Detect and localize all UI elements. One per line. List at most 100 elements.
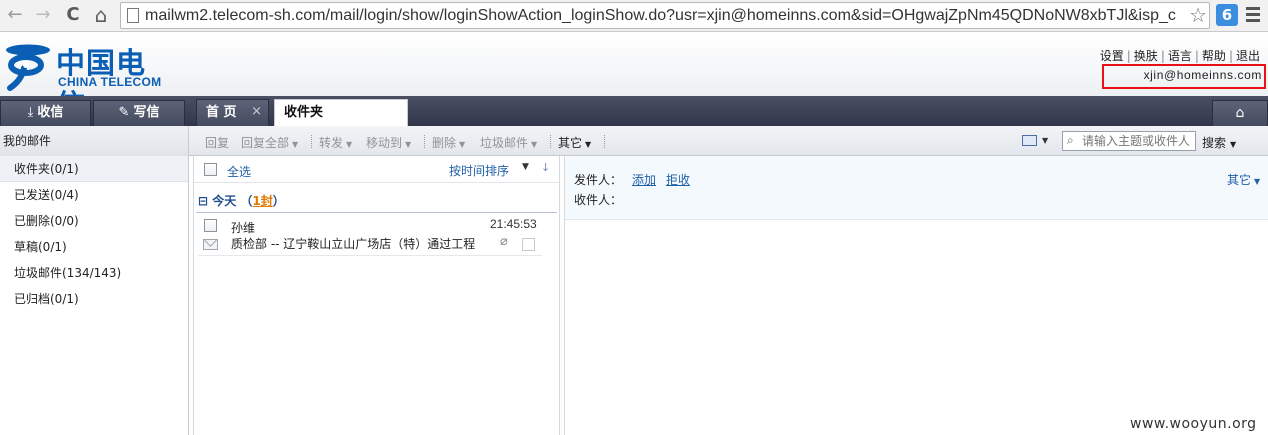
house-icon: ⌂ (1235, 105, 1245, 121)
mail-toolbar: 我的邮件 回复 回复全部 ▼ 转发 ▼ 移动到 ▼ 删除 ▼ 垃圾邮件 ▼ 其它 ▼ ▼ ⌕… (0, 126, 1268, 156)
tab-inbox-label: 收件夹 (284, 105, 324, 120)
paperclip-icon: ⌀ (500, 234, 508, 249)
reply-all-button[interactable]: 回复全部 ▼ (241, 134, 298, 151)
folder-deleted[interactable]: 已删除(0/0) (0, 208, 188, 234)
reload-icon[interactable]: C (62, 4, 84, 26)
move-to-button[interactable]: 移动到 ▼ (366, 134, 411, 151)
add-sender-link[interactable]: 添加 (632, 171, 656, 188)
chevron-down-icon: ▼ (1230, 140, 1237, 149)
separator (311, 135, 312, 148)
separator (550, 135, 551, 148)
compose-mail-button[interactable]: ✎ 写信 (93, 100, 185, 126)
help-link[interactable]: 帮助 (1202, 49, 1226, 63)
reading-header: 发件人： 添加 拒收 收件人： 其它 ▼ (565, 156, 1268, 220)
flag-checkbox[interactable] (522, 238, 535, 251)
sort-by-time-link[interactable]: 按时间排序 (449, 162, 509, 179)
tab-home-label: 首 页 (206, 105, 237, 120)
chevron-down-icon: ▼ (346, 140, 353, 149)
receive-mail-button[interactable]: ⤓ 收信 (0, 100, 91, 126)
reading-other-label: 其它 (1227, 173, 1252, 187)
select-all-link[interactable]: 全选 (227, 163, 251, 180)
junk-button[interactable]: 垃圾邮件 ▼ (480, 134, 537, 151)
page-icon (127, 8, 139, 23)
chevron-down-icon: ▼ (292, 140, 299, 149)
folder-sent[interactable]: 已发送(0/4) (0, 182, 188, 208)
watermark: www.wooyun.org (1130, 416, 1257, 432)
envelope-icon (203, 239, 218, 250)
logout-link[interactable]: 退出 (1236, 49, 1260, 63)
mail-time: 21:45:53 (490, 217, 537, 231)
folder-sidebar: 收件夹(0/1) 已发送(0/4) 已删除(0/0) 草稿(0/1) 垃圾邮件(… (0, 156, 189, 435)
reply-all-label: 回复全部 (241, 136, 290, 150)
telecom-emblem-icon (6, 44, 50, 91)
group-count[interactable]: 1封 (252, 194, 272, 208)
bookmark-star-icon[interactable]: ☆ (1189, 4, 1207, 26)
chevron-down-icon: ▼ (405, 140, 412, 149)
settings-link[interactable]: 设置 (1100, 49, 1124, 63)
forward-button[interactable]: 转发 ▼ (319, 134, 352, 151)
reading-pane: 发件人： 添加 拒收 收件人： 其它 ▼ (564, 156, 1268, 435)
folder-archived[interactable]: 已归档(0/1) (0, 286, 188, 312)
back-arrow-icon[interactable]: ← (4, 4, 26, 26)
user-email: xjin@homeinns.com (1143, 68, 1262, 82)
address-bar[interactable]: mailwm2.telecom-sh.com/mail/login/show/l… (120, 2, 1210, 29)
forward-label: 转发 (319, 136, 344, 150)
mail-checkbox[interactable] (204, 219, 217, 232)
reject-sender-link[interactable]: 拒收 (666, 171, 690, 188)
chevron-down-icon: ▼ (459, 140, 466, 149)
chevron-down-icon: ▼ (1254, 177, 1261, 186)
sort-descending-icon[interactable]: ↓ (541, 161, 550, 174)
chevron-down-icon: ▼ (585, 140, 592, 149)
group-today-header[interactable]: ⊟ 今天 （1封） (198, 192, 285, 209)
other-label: 其它 (558, 136, 583, 150)
home-button[interactable]: ⌂ (1212, 100, 1268, 126)
delete-button[interactable]: 删除 ▼ (432, 134, 465, 151)
mail-subject[interactable]: 质检部 -- 辽宁鞍山立山广场店（特）通过工程 (231, 235, 475, 252)
browser-menu-icon[interactable] (1246, 7, 1260, 25)
select-all-checkbox[interactable] (204, 163, 217, 176)
folder-junk[interactable]: 垃圾邮件(134/143) (0, 260, 188, 286)
separator (604, 135, 605, 148)
from-label: 发件人： (574, 173, 623, 187)
language-link[interactable]: 语言 (1168, 49, 1192, 63)
browser-toolbar: ← → C ⌂ mailwm2.telecom-sh.com/mail/logi… (0, 0, 1268, 32)
group-label: ⊟ 今天 （ (198, 194, 253, 208)
china-telecom-logo[interactable]: 中国电信 CHINA TELECOM (2, 40, 172, 122)
layout-view-button[interactable]: ▼ (1022, 133, 1050, 149)
list-header: 全选 按时间排序 ▼ ↓ (194, 156, 559, 183)
separator: | (1160, 49, 1165, 63)
compose-icon: ✎ (118, 105, 130, 120)
top-links: 设置 | 换肤 | 语言 | 帮助 | 退出 (1100, 47, 1260, 64)
chevron-down-icon[interactable]: ▼ (522, 162, 529, 172)
skin-link[interactable]: 换肤 (1134, 49, 1158, 63)
close-icon[interactable]: × (251, 99, 262, 124)
search-input[interactable] (1082, 133, 1194, 149)
group-suffix: ） (272, 194, 285, 208)
download-icon: ⤓ (27, 105, 34, 120)
divider (196, 212, 557, 213)
to-label: 收件人： (574, 193, 623, 207)
home-icon[interactable]: ⌂ (90, 4, 112, 26)
reply-button[interactable]: 回复 (205, 134, 229, 151)
url-text[interactable]: mailwm2.telecom-sh.com/mail/login/show/l… (145, 7, 1185, 25)
other-actions-button[interactable]: 其它 ▼ (558, 134, 591, 151)
folder-drafts[interactable]: 草稿(0/1) (0, 234, 188, 260)
separator: | (1194, 49, 1199, 63)
forward-arrow-icon[interactable]: → (32, 4, 54, 26)
list-item[interactable]: 孙维 21:45:53 质检部 -- 辽宁鞍山立山广场店（特）通过工程 ⌀ (198, 214, 542, 256)
mail-header: 中国电信 CHINA TELECOM 设置|换肤|语言|帮助|退出 xjin@h… (0, 32, 1268, 122)
mail-sender: 孙维 (231, 221, 256, 235)
tab-home[interactable]: 首 页 × (196, 99, 269, 126)
junk-label: 垃圾邮件 (480, 136, 529, 150)
folder-inbox[interactable]: 收件夹(0/1) (0, 156, 188, 182)
extension-icon[interactable]: 6 (1216, 4, 1238, 26)
tab-inbox[interactable]: 收件夹 (274, 99, 408, 126)
tab-strip: ⤓ 收信 ✎ 写信 首 页 × 收件夹 ⌂ (0, 96, 1268, 126)
reading-other-menu[interactable]: 其它 ▼ (1227, 171, 1260, 188)
search-box[interactable]: ⌕ (1062, 131, 1196, 151)
layout-icon (1022, 135, 1037, 146)
search-button[interactable]: 搜索 ▼ (1202, 134, 1236, 151)
compose-label: 写信 (133, 105, 160, 120)
search-label: 搜索 (1202, 136, 1227, 150)
separator: | (1228, 49, 1233, 63)
